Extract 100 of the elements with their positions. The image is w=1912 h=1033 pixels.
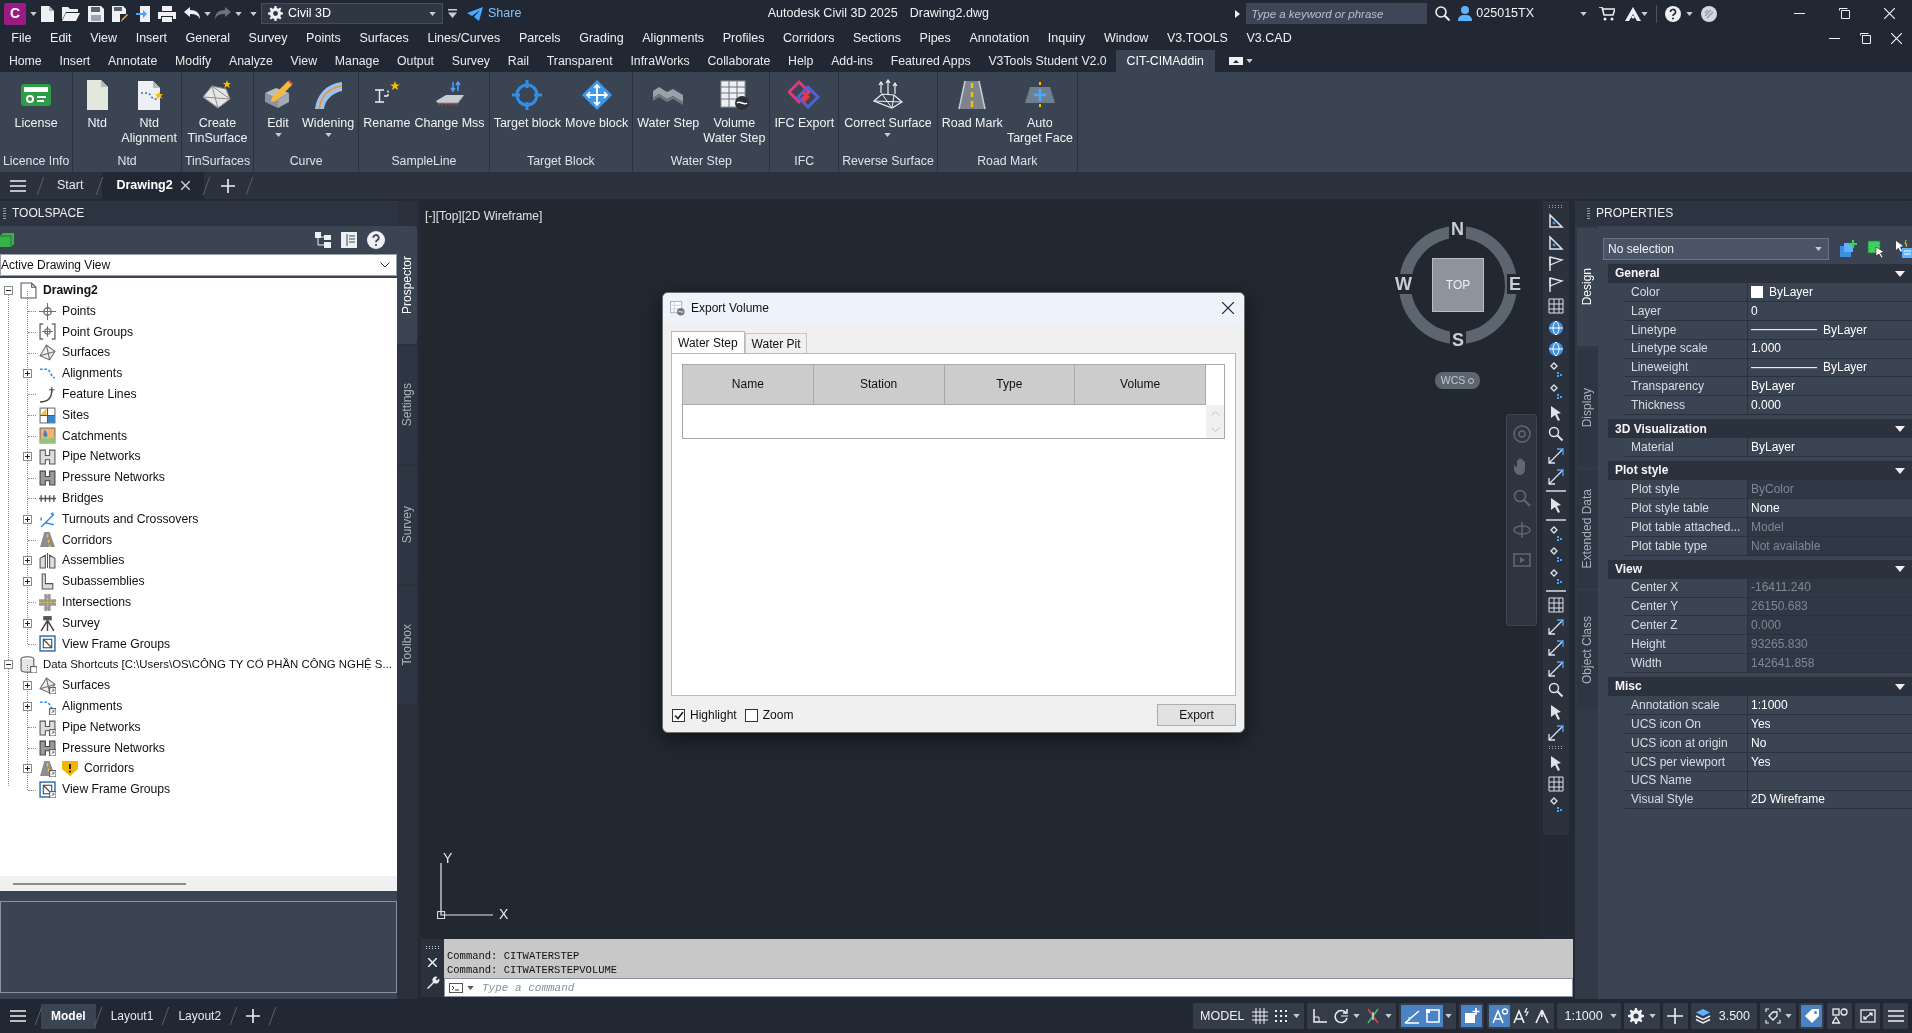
status-toggle[interactable] <box>1401 1005 1423 1027</box>
viewport-control[interactable]: [2D Wireframe] <box>461 209 543 224</box>
document-arrow-icon[interactable] <box>136 5 150 22</box>
checkbox[interactable] <box>744 708 758 722</box>
tree-item[interactable]: Surfaces <box>62 345 111 361</box>
grid-icon[interactable] <box>1548 298 1564 315</box>
tree-item[interactable]: Catchments <box>62 428 128 444</box>
expand-icon[interactable] <box>23 514 32 524</box>
restore-icon[interactable] <box>1839 8 1850 19</box>
menu-item[interactable]: Sections <box>843 31 911 46</box>
search-icon[interactable] <box>1435 6 1451 21</box>
help-icon[interactable] <box>1665 5 1681 22</box>
ribbon-button[interactable]: Ntd Alignment <box>119 79 179 151</box>
menu-item[interactable]: Profiles <box>713 31 774 46</box>
compass-letter[interactable]: W <box>1393 274 1414 294</box>
plus-icon[interactable] <box>246 1009 261 1023</box>
layout-tab[interactable]: Model <box>41 1003 96 1029</box>
color-swatch-icon[interactable] <box>1751 285 1763 298</box>
menu-item[interactable]: View <box>80 31 127 46</box>
property-value[interactable]: 0.000 <box>1748 396 1912 415</box>
property-value-cell[interactable]: ByLayer <box>1748 358 1912 377</box>
property-value[interactable]: Yes <box>1748 752 1912 771</box>
tree-item[interactable]: Subassemblies <box>62 574 145 589</box>
menu-item[interactable]: Window <box>1094 31 1158 46</box>
menu-item[interactable]: Insert <box>126 31 177 46</box>
a-shape-icon[interactable] <box>1625 6 1641 21</box>
triangle-down-icon[interactable] <box>1895 566 1905 573</box>
horizontal-scrollbar[interactable] <box>0 876 397 891</box>
help-icon[interactable] <box>367 230 385 249</box>
striped-circle-icon[interactable] <box>1701 5 1717 22</box>
menu-item[interactable]: Lines/Curves <box>418 31 510 46</box>
side-tab[interactable]: Settings <box>397 346 417 464</box>
menu-item[interactable]: Parcels <box>509 31 570 46</box>
tree-item[interactable]: Assemblies <box>62 553 125 569</box>
section-header[interactable]: Plot style <box>1608 461 1912 481</box>
menu-item[interactable]: Edit <box>40 31 81 46</box>
file-tab[interactable]: Drawing2 <box>102 172 204 199</box>
ribbon-tab[interactable]: View <box>281 50 326 72</box>
side-tab[interactable]: Survey <box>397 466 417 584</box>
caret-icon[interactable] <box>235 11 242 16</box>
ribbon-button[interactable]: Water Step <box>635 79 702 151</box>
diagonal-arrow-icon[interactable] <box>1548 468 1564 485</box>
caret-icon[interactable] <box>1686 11 1693 16</box>
ribbon-tab[interactable]: Annotate <box>99 50 167 72</box>
property-value[interactable]: ByLayer <box>1748 377 1912 396</box>
side-tab[interactable]: Extended Data <box>1577 470 1598 588</box>
folder-icon[interactable] <box>62 6 80 21</box>
tree-item[interactable]: Drawing2 <box>43 283 98 298</box>
diagonal-arrow-icon[interactable] <box>1548 447 1564 464</box>
property-value[interactable]: 0 <box>1748 301 1912 320</box>
status-toggle[interactable] <box>1489 1005 1511 1027</box>
property-value[interactable]: None <box>1748 499 1912 517</box>
tree-item[interactable]: Point Groups <box>62 324 134 340</box>
menu-item[interactable]: V3.CAD <box>1237 31 1301 46</box>
collapse-icon[interactable] <box>4 660 13 670</box>
side-tab[interactable]: Design <box>1577 228 1598 346</box>
menu-item[interactable]: Annotation <box>960 31 1039 46</box>
export-button[interactable]: Export <box>1157 704 1236 726</box>
search-field[interactable]: Type a keyword or phrase <box>1246 3 1428 24</box>
ucs-menu[interactable]: WCS <box>1435 372 1480 389</box>
tree-item[interactable]: Surfaces <box>62 678 111 693</box>
ribbon-tab[interactable]: Manage <box>325 50 389 72</box>
property-value[interactable]: 1:1000 <box>1748 696 1912 715</box>
triangle-down-icon[interactable] <box>1895 467 1905 474</box>
ribbon-tab[interactable]: CIT-CIMAddin <box>1115 50 1215 72</box>
dashed-square-pointer-icon[interactable] <box>1867 240 1885 258</box>
triangle-down-icon[interactable] <box>1895 270 1905 277</box>
printer-icon[interactable] <box>158 5 176 22</box>
caret-icon[interactable] <box>1385 1014 1393 1018</box>
diagonal-arrow-icon[interactable] <box>1548 725 1564 741</box>
wrench-icon[interactable] <box>425 975 440 990</box>
ribbon-button[interactable]: Correct Surface <box>842 79 934 151</box>
ribbon-button[interactable]: Edit <box>256 79 301 151</box>
property-value[interactable]: No <box>1748 733 1912 752</box>
menu-item[interactable]: Pipes <box>910 31 961 46</box>
checkbox[interactable] <box>672 708 685 722</box>
collapse-icon[interactable] <box>4 285 13 295</box>
caret-icon[interactable] <box>30 11 37 16</box>
ribbon-button[interactable]: Ntd <box>75 79 120 151</box>
caret-icon[interactable] <box>1580 11 1587 16</box>
ribbon-button[interactable]: Change Mss <box>412 79 487 151</box>
expand-icon[interactable] <box>23 701 32 711</box>
tree-item[interactable]: Bridges <box>62 491 104 506</box>
property-value-cell[interactable]: ByLayer <box>1748 283 1912 301</box>
tree-item[interactable]: Pressure Networks <box>62 470 165 485</box>
expand-icon[interactable] <box>23 764 32 774</box>
side-tab[interactable]: Prospector <box>397 226 417 344</box>
layout-tab[interactable]: Layout2 <box>168 1003 232 1029</box>
property-value[interactable]: 1.000 <box>1748 339 1912 358</box>
side-tab[interactable]: Object Class <box>1577 591 1598 709</box>
tree-item[interactable]: Pipe Networks <box>62 719 141 735</box>
magnifier-icon[interactable] <box>1548 426 1564 443</box>
triangle-icon[interactable] <box>1548 213 1564 230</box>
dialog-tab[interactable]: Water Step <box>671 331 745 354</box>
menu-item[interactable]: Points <box>296 31 351 46</box>
ribbon-button[interactable]: IFC Export <box>772 79 837 151</box>
diamond-squares-icon[interactable] <box>1548 526 1564 543</box>
cart-icon[interactable] <box>1599 6 1615 21</box>
viewport-control[interactable]: [Top] <box>435 209 462 224</box>
ribbon-tab[interactable]: InfraWorks <box>621 50 699 72</box>
